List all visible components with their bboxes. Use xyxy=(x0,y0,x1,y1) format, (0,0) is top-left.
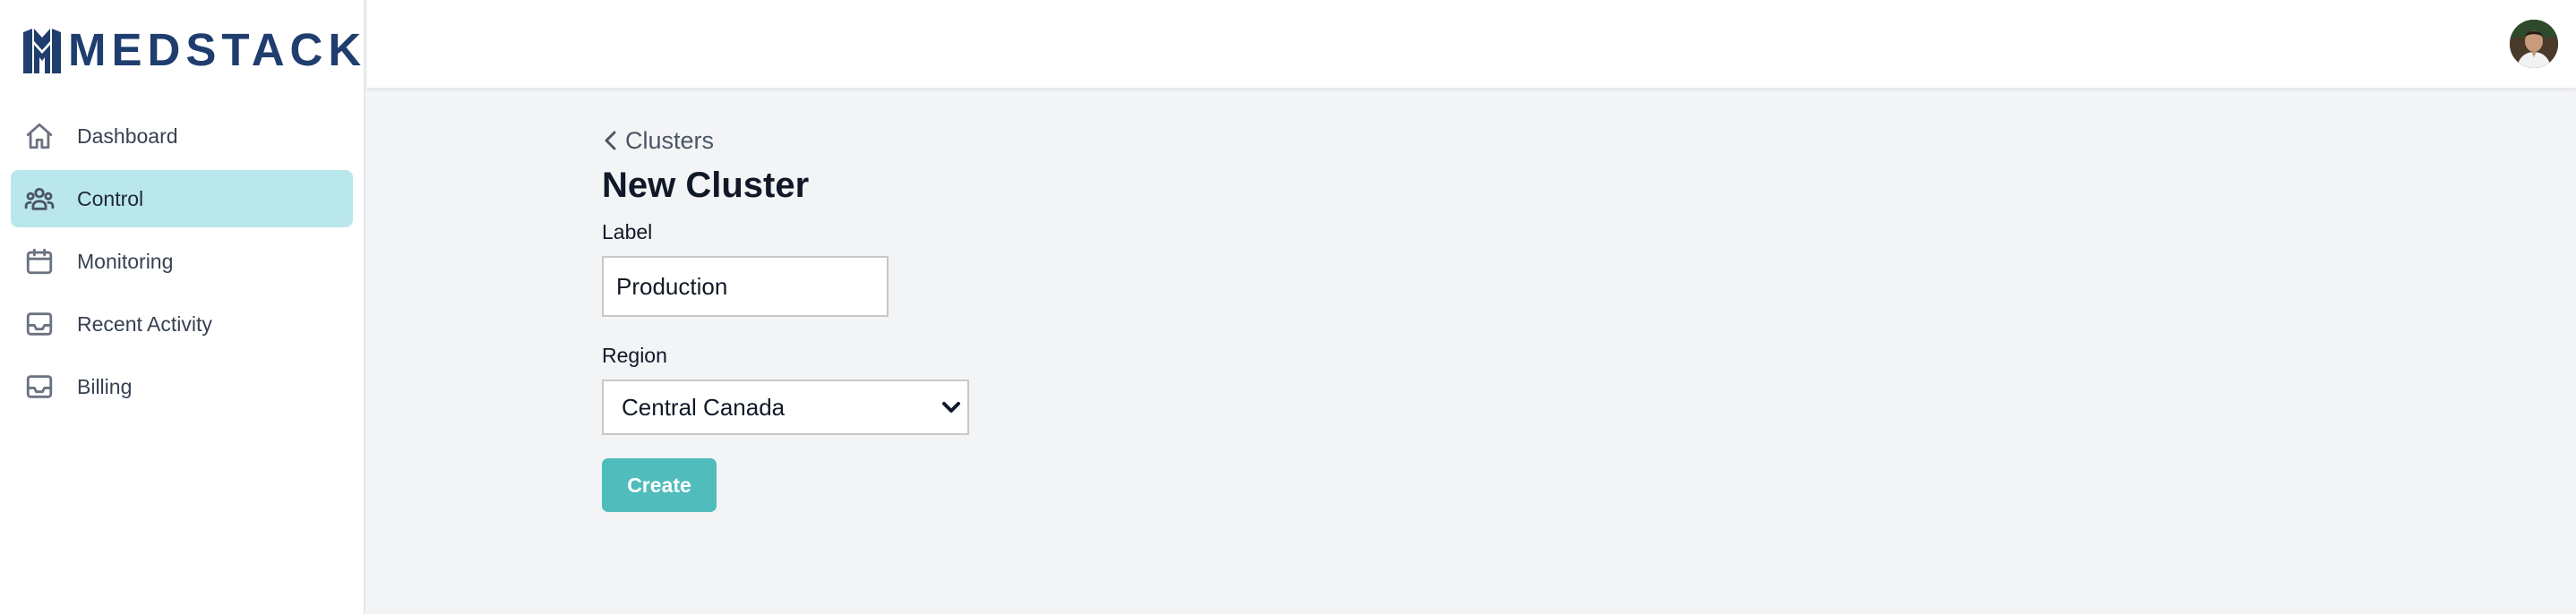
sidebar-item-label: Dashboard xyxy=(77,124,178,148)
sidebar-item-monitoring[interactable]: Monitoring xyxy=(11,233,353,290)
sidebar-item-label: Control xyxy=(77,186,144,210)
inbox-icon xyxy=(23,308,56,340)
users-icon xyxy=(23,183,56,215)
user-avatar[interactable] xyxy=(2510,20,2558,68)
sidebar-item-label: Monitoring xyxy=(77,249,174,273)
sidebar-item-billing[interactable]: Billing xyxy=(11,358,353,415)
avatar-photo-icon xyxy=(2510,20,2558,68)
create-button[interactable]: Create xyxy=(602,458,717,512)
top-bar xyxy=(367,0,2576,90)
chevron-down-icon xyxy=(940,397,962,417)
brand-logo[interactable]: MEDSTACK xyxy=(21,23,366,77)
sidebar: MEDSTACK Dashboard Control Monitoring Re… xyxy=(0,0,365,614)
sidebar-item-label: Billing xyxy=(77,374,133,398)
region-select[interactable]: Central Canada xyxy=(602,379,969,435)
calendar-icon xyxy=(23,245,56,277)
sidebar-item-dashboard[interactable]: Dashboard xyxy=(11,107,353,165)
medstack-logo-icon xyxy=(23,29,61,73)
breadcrumb-back-link[interactable]: Clusters xyxy=(602,125,969,156)
sidebar-item-control[interactable]: Control xyxy=(11,170,353,227)
chevron-left-icon xyxy=(605,131,616,150)
sidebar-item-recent-activity[interactable]: Recent Activity xyxy=(11,295,353,353)
sidebar-nav: Dashboard Control Monitoring Recent Acti… xyxy=(11,107,353,421)
region-select-value: Central Canada xyxy=(622,394,786,421)
region-field-label: Region xyxy=(602,344,667,367)
main-content: Clusters New Cluster Label Region Centra… xyxy=(602,125,969,512)
label-field-label: Label xyxy=(602,220,653,243)
sidebar-item-label: Recent Activity xyxy=(77,311,212,336)
home-icon xyxy=(23,120,56,152)
label-input[interactable] xyxy=(602,256,889,317)
breadcrumb-label: Clusters xyxy=(625,126,715,154)
brand-name: MEDSTACK xyxy=(68,24,367,75)
page-title: New Cluster xyxy=(602,166,810,205)
inbox-icon xyxy=(23,371,56,403)
